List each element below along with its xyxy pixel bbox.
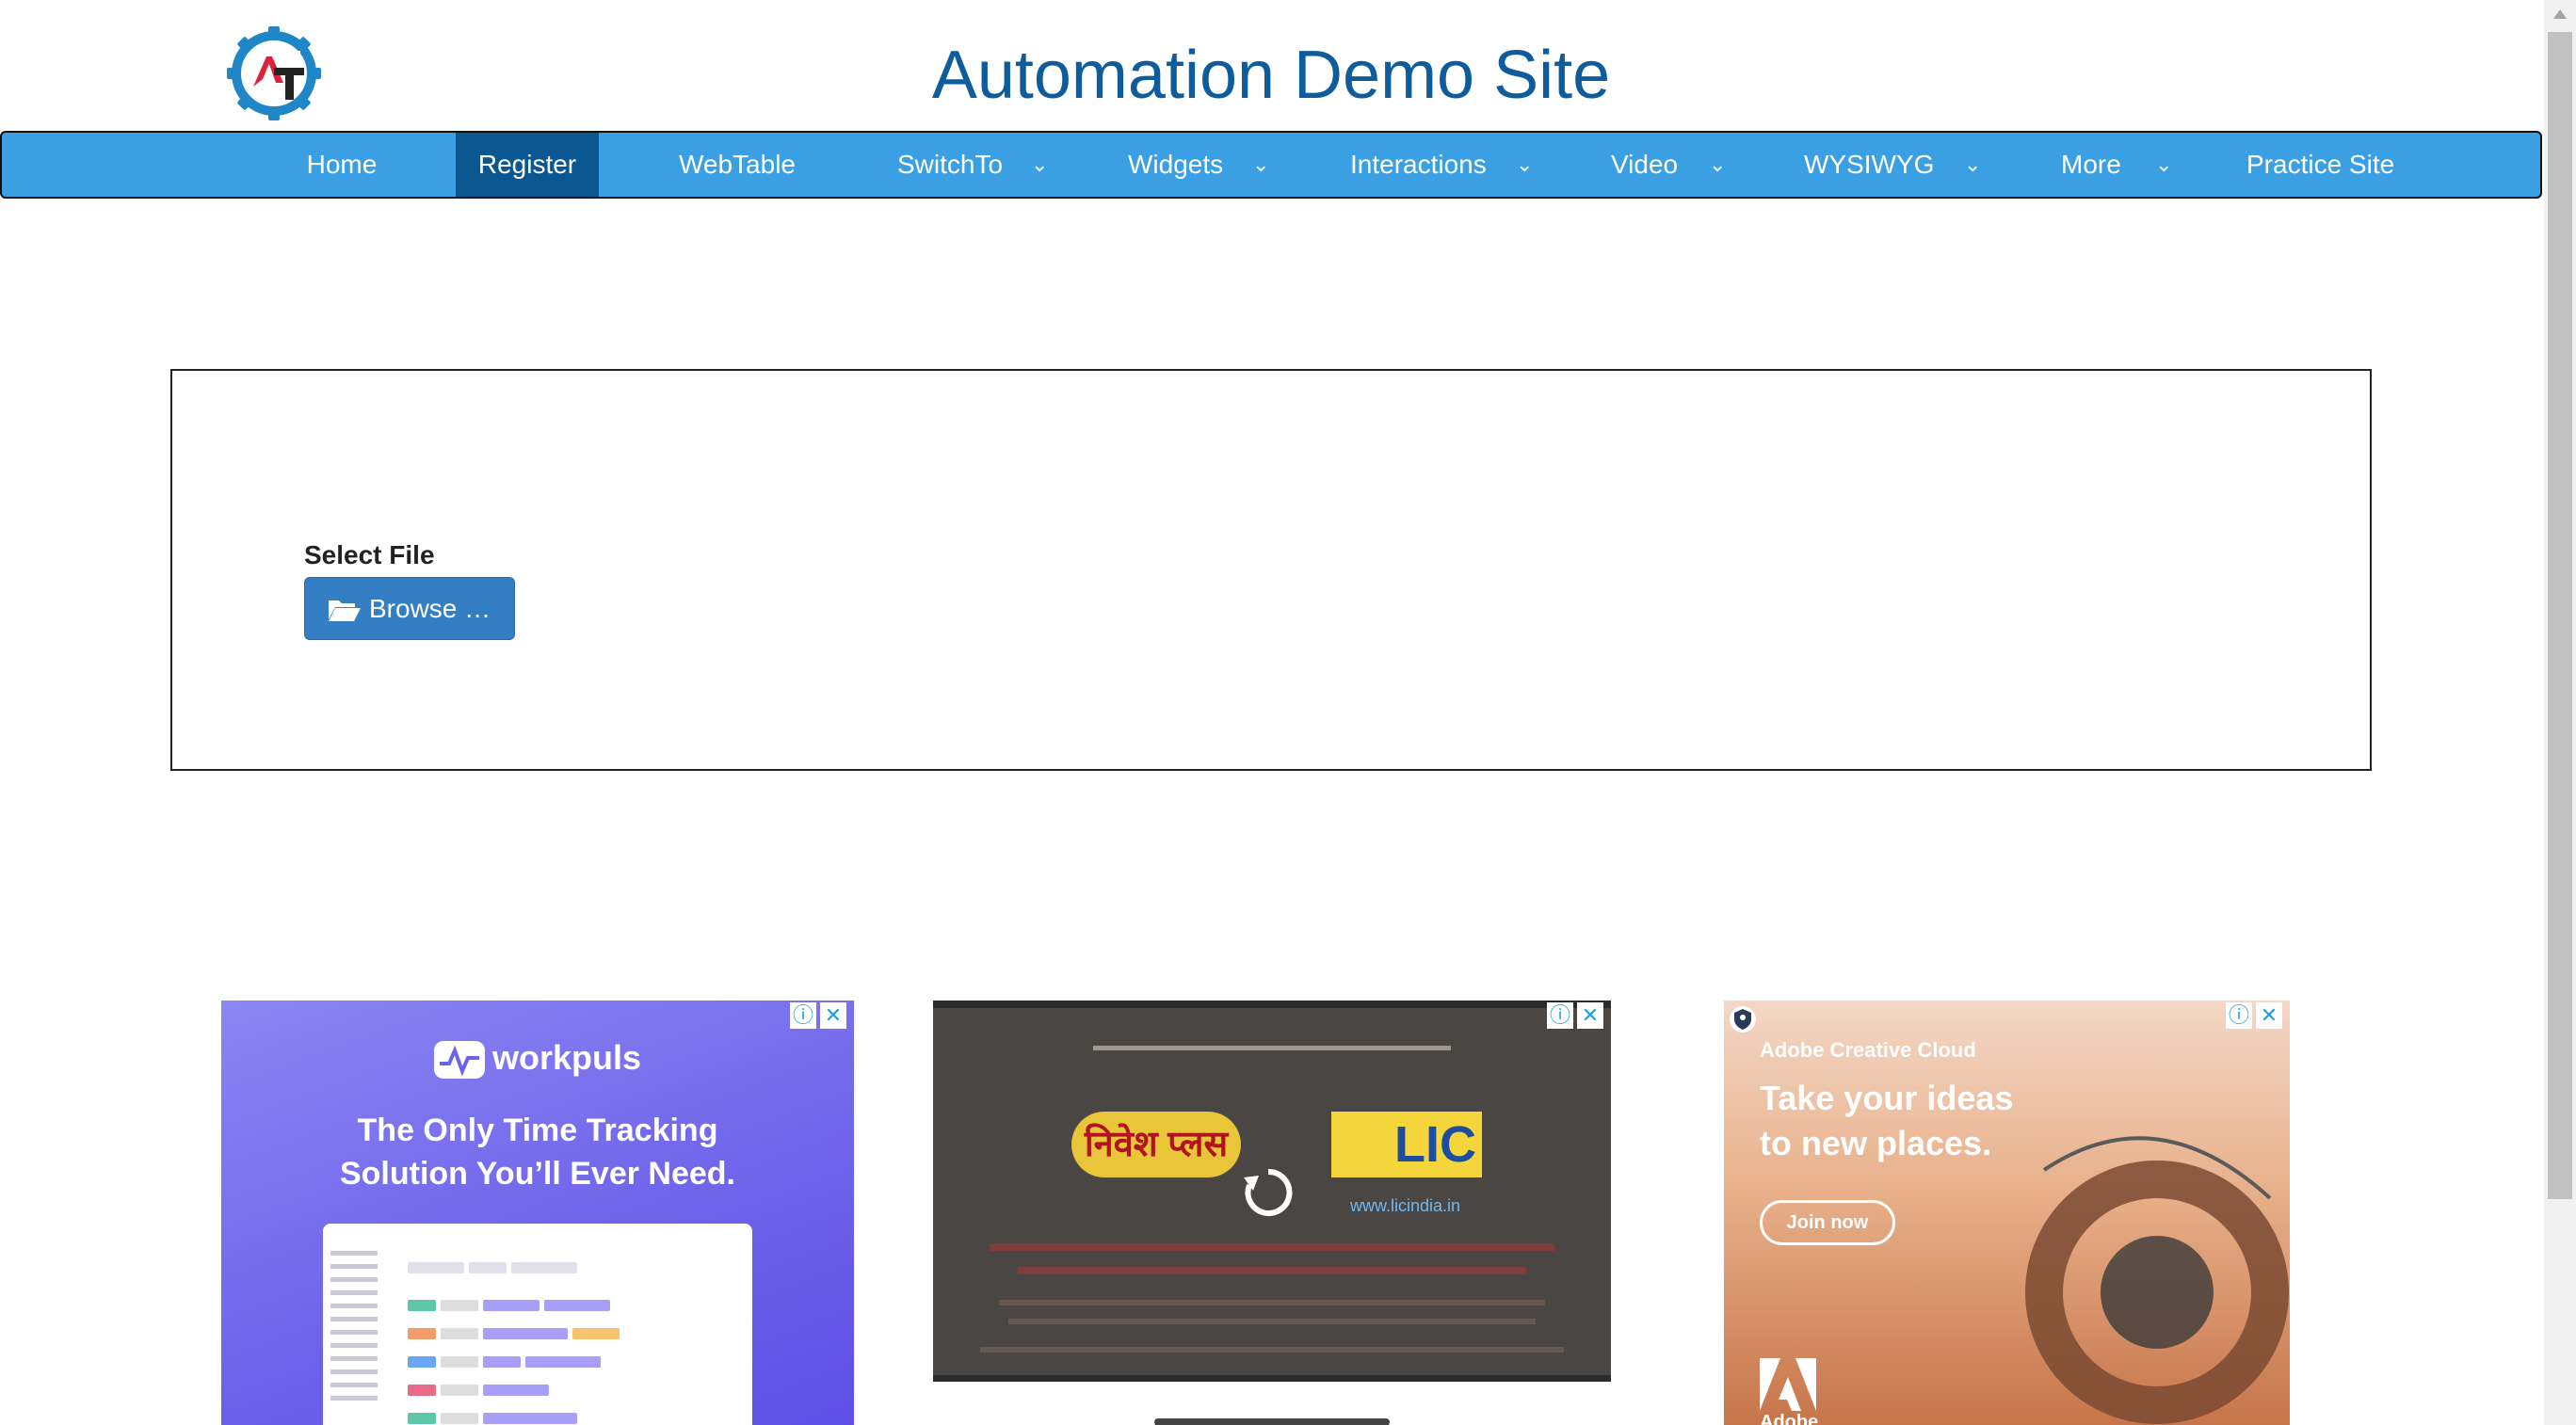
ad-info-icon[interactable]: ⓘ <box>790 1002 816 1029</box>
nav-wysiwyg[interactable]: WYSIWYG ⌄ <box>1804 133 1992 197</box>
ad-progress-bar <box>1154 1418 1390 1425</box>
nav-home[interactable]: Home <box>276 133 408 197</box>
nav-label: More <box>2061 150 2121 179</box>
ad-close-icon[interactable]: ✕ <box>820 1002 846 1029</box>
ad-info-icon[interactable]: ⓘ <box>2226 1002 2252 1029</box>
vertical-scrollbar[interactable] <box>2544 0 2576 1425</box>
nav-practice-site[interactable]: Practice Site <box>2246 133 2407 197</box>
nav-interactions[interactable]: Interactions ⌄ <box>1350 133 1538 197</box>
nav-label: WYSIWYG <box>1804 150 1935 179</box>
ad-brand: workpuls <box>221 1038 854 1080</box>
nav-label: Interactions <box>1350 150 1487 179</box>
upload-panel <box>170 369 2372 771</box>
workpuls-logo-icon <box>433 1041 485 1080</box>
nav-label: SwitchTo <box>897 150 1004 179</box>
browse-button[interactable]: Browse … <box>304 577 515 640</box>
adobe-logo-icon <box>1760 1358 1816 1411</box>
folder-open-icon <box>329 600 361 621</box>
nav-label: Home <box>306 150 378 179</box>
ad-product-mockup <box>323 1224 752 1425</box>
ad-headline: The Only Time Tracking Solution You’ll E… <box>339 1113 736 1192</box>
nav-register[interactable]: Register <box>456 133 599 197</box>
nav-webtable[interactable]: WebTable <box>666 133 809 197</box>
page-title: Automation Demo Site <box>931 38 1611 113</box>
chevron-down-icon: ⌄ <box>1252 152 1270 176</box>
ad-info-icon[interactable]: ⓘ <box>1547 1002 1573 1029</box>
ad-workpuls[interactable]: ⓘ ✕ workpuls The Only Time Tracking Solu… <box>221 1001 854 1425</box>
nav-more[interactable]: More ⌄ <box>2061 133 2183 197</box>
nav-label: Register <box>477 150 577 179</box>
select-file-label: Select File <box>304 540 435 569</box>
ad-nivesh-logo: निवेश प्लस <box>1071 1112 1241 1177</box>
nav-switchto[interactable]: SwitchTo ⌄ <box>897 133 1057 197</box>
nav-label: WebTable <box>678 150 796 179</box>
privacy-shield-icon <box>1730 1006 1756 1033</box>
chevron-down-icon: ⌄ <box>1964 152 1982 176</box>
nav-label: Video <box>1611 150 1679 179</box>
ad-lic-logo: LIC <box>1331 1112 1482 1177</box>
browse-label: Browse … <box>369 594 491 623</box>
chevron-down-icon: ⌄ <box>1516 152 1534 176</box>
ad-artwork <box>2025 1136 2289 1424</box>
ad-adobe[interactable]: ⓘ ✕ Adobe Creative Cloud Take your ideas… <box>1724 1001 2290 1425</box>
nav-label: Widgets <box>1128 150 1224 179</box>
ad-lic-video[interactable]: निवेश प्लस LIC www.licindia.in ⓘ ✕ <box>933 1001 1611 1425</box>
chevron-down-icon: ⌄ <box>1709 152 1727 176</box>
join-now-button[interactable]: Join now <box>1760 1200 1895 1245</box>
ad-video[interactable]: निवेश प्लस LIC www.licindia.in <box>933 1001 1611 1382</box>
ad-lic-url: www.licindia.in <box>1350 1196 1461 1215</box>
chevron-down-icon: ⌄ <box>1031 152 1049 176</box>
replay-icon[interactable] <box>1240 1164 1296 1221</box>
scroll-up-arrow-icon[interactable] <box>2553 9 2567 19</box>
scrollbar-thumb[interactable] <box>2548 32 2572 1199</box>
main-nav: Home Register WebTable SwitchTo ⌄ Widget… <box>0 131 2542 199</box>
adobe-wordmark: Adobe <box>1760 1412 1819 1425</box>
nav-widgets[interactable]: Widgets ⌄ <box>1128 133 1279 197</box>
ad-close-icon[interactable]: ✕ <box>1577 1002 1603 1029</box>
nav-video[interactable]: Video ⌄ <box>1611 133 1733 197</box>
nav-label: Practice Site <box>2246 150 2395 179</box>
chevron-down-icon: ⌄ <box>2155 152 2173 176</box>
ad-brand: Adobe Creative Cloud <box>1760 1038 1976 1062</box>
ad-close-icon[interactable]: ✕ <box>2256 1002 2282 1029</box>
